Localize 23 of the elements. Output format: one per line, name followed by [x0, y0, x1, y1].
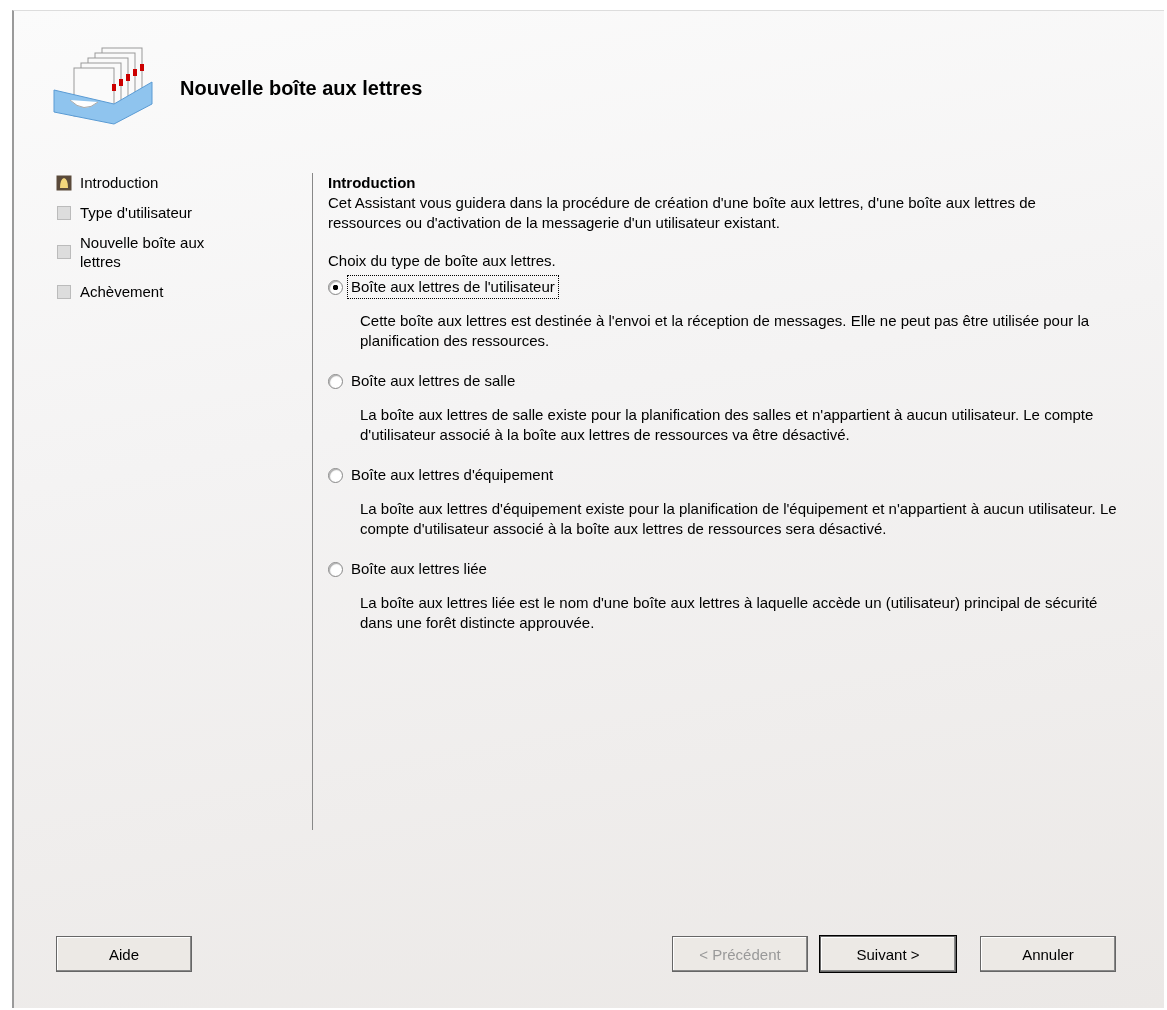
option-description: Cette boîte aux lettres est destinée à l'envoi et la réception de messages. Elle ne peut pas être utilisée pour la planification des ressources. — [360, 311, 1091, 351]
radio-button[interactable] — [328, 467, 343, 483]
section-heading: Introduction — [328, 173, 417, 193]
intro-text: Cet Assistant vous guidera dans la procédure de création d'une boîte aux lettres, d'une boîte aux lettres de ressources ou d'activation de la messagerie d'un utilisateur existant. — [328, 193, 1037, 233]
dialog-button[interactable]: Aide — [56, 936, 192, 972]
wizard-title: Nouvelle boîte aux lettres — [180, 76, 423, 100]
step-label: Nouvelle boîte aux lettres — [80, 233, 206, 271]
dialog-button[interactable]: Suivant > — [820, 936, 956, 972]
radio-button[interactable] — [328, 279, 343, 295]
option-label[interactable]: Boîte aux lettres d'équipement — [347, 463, 558, 487]
dialog-button[interactable]: Annuler — [980, 936, 1116, 972]
option-description: La boîte aux lettres de salle existe pour la planification des salles et n'appartient à aucun utilisateur. Le compte d'utilisateur associé à la boîte aux lettres de ressources va être désactivé. — [360, 405, 1095, 445]
option-label[interactable]: Boîte aux lettres de l'utilisateur — [347, 275, 559, 299]
radio-button[interactable] — [328, 561, 343, 577]
option-description: La boîte aux lettres liée est le nom d'une boîte aux lettres à laquelle accède un (utilisateur) principal de sécurité dans une forêt distincte approuvée. — [360, 593, 1099, 633]
option-description: La boîte aux lettres d'équipement existe pour la planification de l'équipement et n'appartient à aucun utilisateur. Le compte d'utilisateur associé à la boîte aux lettres de ressources sera désactivé. — [360, 499, 1118, 539]
option-label[interactable]: Boîte aux lettres liée — [347, 557, 491, 581]
step-label: Introduction — [80, 173, 160, 192]
option-label[interactable]: Boîte aux lettres de salle — [347, 369, 520, 393]
step-label: Achèvement — [80, 282, 165, 301]
step-label: Type d'utilisateur — [80, 203, 194, 222]
prompt-text: Choix du type de boîte aux lettres. — [328, 251, 557, 271]
radio-button[interactable] — [328, 373, 343, 389]
